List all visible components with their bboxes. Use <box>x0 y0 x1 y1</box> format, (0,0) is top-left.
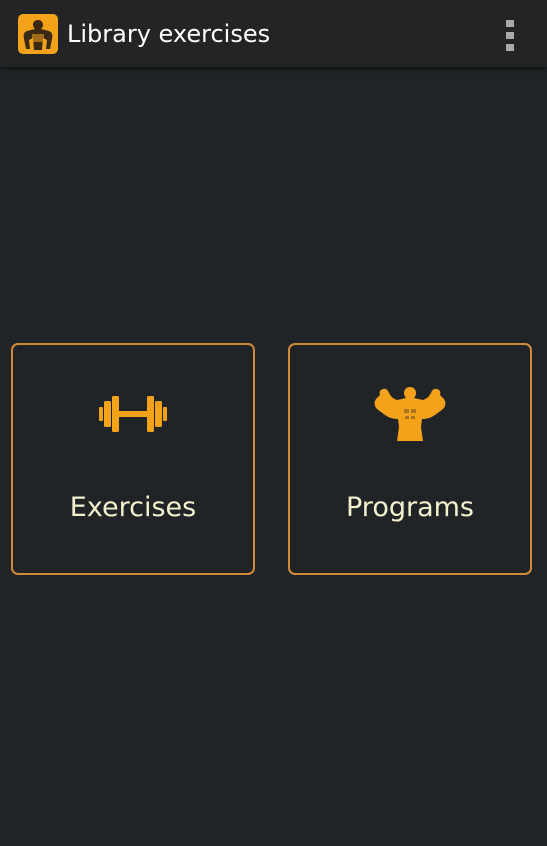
programs-label: Programs <box>346 492 474 523</box>
action-bar: Library exercises <box>0 0 547 67</box>
app-icon[interactable] <box>18 14 58 54</box>
dumbbell-icon <box>99 396 167 432</box>
programs-tile[interactable]: Programs <box>288 343 532 575</box>
overflow-menu-button[interactable] <box>494 14 526 56</box>
flexing-bodybuilder-icon <box>374 387 446 441</box>
app-title: Library exercises <box>67 20 271 48</box>
bodybuilder-app-icon <box>23 20 53 50</box>
exercises-label: Exercises <box>69 492 197 523</box>
exercises-tile[interactable]: Exercises <box>11 343 255 575</box>
